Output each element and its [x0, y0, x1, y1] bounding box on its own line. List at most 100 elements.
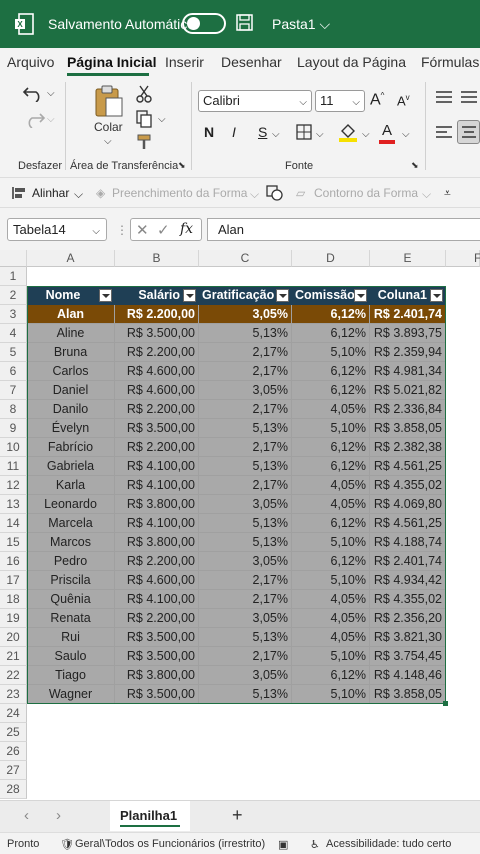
row-header[interactable]: 26 — [0, 742, 27, 761]
align-top-icon[interactable] — [435, 90, 453, 104]
align-objects-label[interactable]: Alinhar — [32, 186, 69, 200]
font-color-dropdown-icon[interactable]: ⌵ — [402, 129, 410, 140]
undo-dropdown-icon[interactable]: ⌵ — [47, 88, 55, 99]
table-cell[interactable]: R$ 4.100,00 — [115, 457, 199, 476]
undo-icon[interactable] — [22, 84, 46, 102]
table-cell[interactable]: R$ 3.754,45 — [370, 647, 446, 666]
redo-dropdown-icon[interactable]: ⌵ — [47, 114, 55, 125]
font-size-select[interactable]: 11 ⌵ — [315, 90, 365, 112]
spreadsheet-grid[interactable]: A B C D E F 1 2 3 4 5 6 7 8 9 10 11 12 13 14 15 16 17 18 1… — [0, 250, 480, 800]
table-cell[interactable]: R$ 2.382,38 — [370, 438, 446, 457]
autosave-toggle[interactable] — [182, 13, 226, 34]
save-icon[interactable] — [236, 14, 253, 31]
table-cell[interactable]: Priscila — [27, 571, 115, 590]
align-objects-icon[interactable] — [12, 186, 28, 200]
table-cell[interactable]: 6,12% — [292, 362, 370, 381]
table-cell[interactable]: 5,10% — [292, 343, 370, 362]
row-header[interactable]: 11 — [0, 457, 27, 476]
table-cell[interactable]: 2,17% — [199, 647, 292, 666]
column-header[interactable]: B — [115, 250, 199, 267]
paste-dropdown-icon[interactable]: ⌵ — [104, 136, 112, 147]
borders-icon[interactable] — [296, 124, 312, 140]
table-cell[interactable]: R$ 4.600,00 — [115, 362, 199, 381]
table-cell[interactable]: 5,10% — [292, 419, 370, 438]
table-cell[interactable]: 5,13% — [199, 324, 292, 343]
add-sheet-icon[interactable]: + — [232, 805, 243, 826]
table-cell[interactable]: Karla — [27, 476, 115, 495]
table-cell[interactable]: R$ 2.200,00 — [115, 400, 199, 419]
table-cell[interactable]: Danilo — [27, 400, 115, 419]
cut-icon[interactable] — [136, 85, 152, 103]
table-cell[interactable]: 5,13% — [199, 533, 292, 552]
table-header-cell[interactable]: Salário — [115, 286, 199, 305]
table-cell[interactable]: R$ 4.069,80 — [370, 495, 446, 514]
table-cell[interactable]: 5,13% — [199, 514, 292, 533]
tab-layout-da-pagina[interactable]: Layout da Página — [297, 54, 406, 70]
table-cell[interactable]: Daniel — [27, 381, 115, 400]
table-cell[interactable]: R$ 3.500,00 — [115, 419, 199, 438]
tab-inserir[interactable]: Inserir — [165, 54, 204, 70]
table-cell[interactable]: 2,17% — [199, 476, 292, 495]
table-cell[interactable]: R$ 4.100,00 — [115, 476, 199, 495]
table-cell[interactable]: 5,10% — [292, 571, 370, 590]
table-cell[interactable]: 6,12% — [292, 457, 370, 476]
table-cell[interactable]: Rui — [27, 628, 115, 647]
column-header[interactable]: E — [370, 250, 446, 267]
table-cell[interactable]: R$ 2.200,00 — [115, 305, 199, 324]
row-header[interactable]: 27 — [0, 761, 27, 780]
tab-desenhar[interactable]: Desenhar — [221, 54, 282, 70]
row-header[interactable]: 10 — [0, 438, 27, 457]
table-header-cell[interactable]: Comissão — [292, 286, 370, 305]
paste-label[interactable]: Colar — [94, 120, 123, 134]
filter-dropdown-icon[interactable] — [430, 289, 443, 302]
table-cell[interactable]: Carlos — [27, 362, 115, 381]
table-cell[interactable]: R$ 2.359,94 — [370, 343, 446, 362]
table-cell[interactable]: R$ 2.336,84 — [370, 400, 446, 419]
shape-fill-label[interactable]: Preenchimento da Forma — [112, 186, 247, 200]
align-center-button[interactable] — [457, 120, 480, 144]
table-cell[interactable]: R$ 3.821,30 — [370, 628, 446, 647]
table-cell[interactable]: Évelyn — [27, 419, 115, 438]
cancel-icon[interactable]: ✕ — [136, 221, 149, 239]
name-box[interactable]: Tabela14 ⌵ — [7, 218, 107, 241]
table-cell[interactable]: R$ 3.800,00 — [115, 533, 199, 552]
row-header[interactable]: 22 — [0, 666, 27, 685]
table-cell[interactable]: 3,05% — [199, 381, 292, 400]
table-header-cell[interactable]: Nome — [27, 286, 115, 305]
italic-button[interactable]: I — [232, 124, 236, 140]
table-cell[interactable]: 2,17% — [199, 400, 292, 419]
align-middle-icon[interactable] — [460, 90, 478, 104]
accessibility-status[interactable]: Acessibilidade: tudo certo — [326, 838, 451, 850]
table-cell[interactable]: 4,05% — [292, 476, 370, 495]
table-cell[interactable]: R$ 2.401,74 — [370, 552, 446, 571]
table-cell[interactable]: 3,05% — [199, 609, 292, 628]
row-header[interactable]: 12 — [0, 476, 27, 495]
table-cell[interactable]: R$ 3.893,75 — [370, 324, 446, 343]
table-cell[interactable]: Renata — [27, 609, 115, 628]
insert-function-icon[interactable]: fx — [180, 221, 193, 237]
table-cell[interactable]: 6,12% — [292, 305, 370, 324]
table-cell[interactable]: 5,10% — [292, 533, 370, 552]
table-cell[interactable]: R$ 4.600,00 — [115, 381, 199, 400]
align-left-icon[interactable] — [435, 125, 453, 139]
copy-icon[interactable] — [136, 110, 152, 128]
table-cell[interactable]: 3,05% — [199, 666, 292, 685]
table-cell[interactable]: R$ 3.500,00 — [115, 628, 199, 647]
fill-color-dropdown-icon[interactable]: ⌵ — [362, 129, 370, 140]
table-cell[interactable]: Gabriela — [27, 457, 115, 476]
table-cell[interactable]: R$ 2.356,20 — [370, 609, 446, 628]
table-cell[interactable]: 6,12% — [292, 381, 370, 400]
table-cell[interactable]: R$ 4.600,00 — [115, 571, 199, 590]
row-header[interactable]: 15 — [0, 533, 27, 552]
row-header[interactable]: 3 — [0, 305, 27, 324]
table-cell[interactable]: Saulo — [27, 647, 115, 666]
row-header[interactable]: 19 — [0, 609, 27, 628]
column-header[interactable]: F — [446, 250, 480, 267]
table-header-cell[interactable]: Gratificação — [199, 286, 292, 305]
filter-dropdown-icon[interactable] — [354, 289, 367, 302]
row-header[interactable]: 6 — [0, 362, 27, 381]
table-cell[interactable]: R$ 4.355,02 — [370, 476, 446, 495]
table-cell[interactable]: R$ 4.100,00 — [115, 514, 199, 533]
tab-pagina-inicial[interactable]: Página Inicial — [67, 54, 156, 70]
fill-color-icon[interactable] — [338, 122, 358, 142]
